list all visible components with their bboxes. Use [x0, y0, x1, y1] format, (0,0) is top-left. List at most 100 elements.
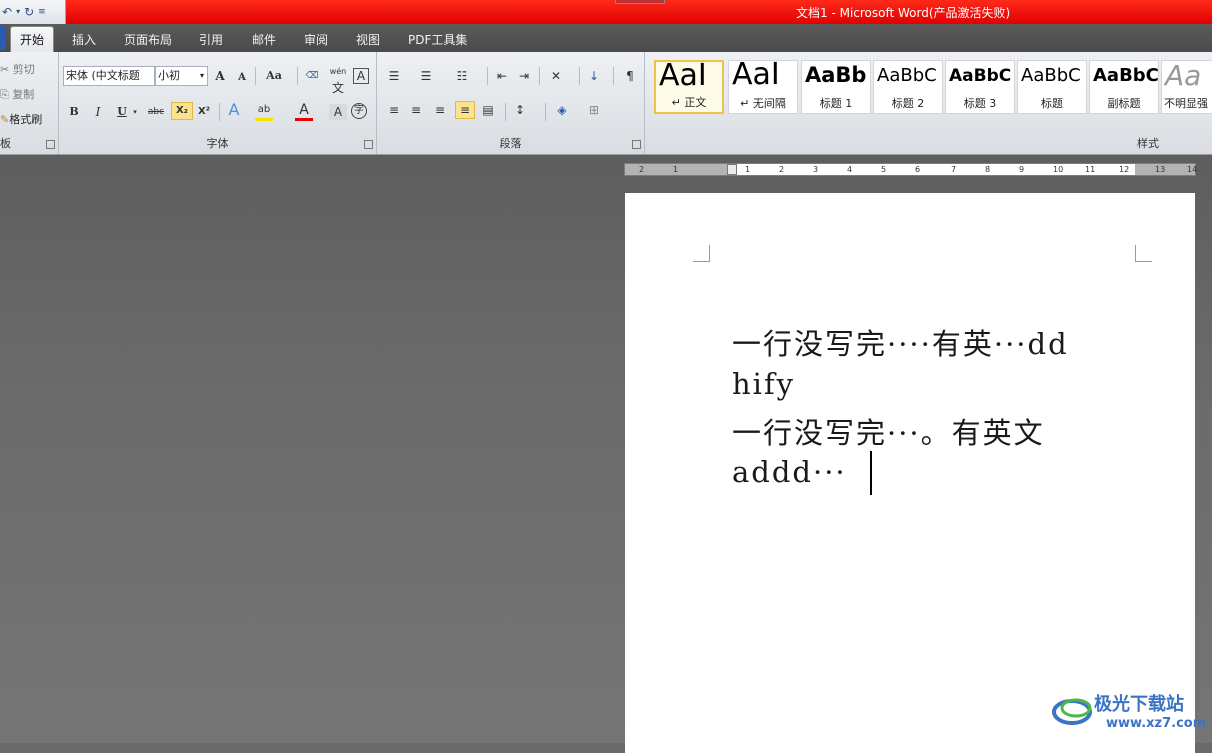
- superscript-button[interactable]: X²: [195, 104, 213, 120]
- underline-button[interactable]: U: [113, 104, 131, 120]
- title-bar: ↶ ▾ ↻ ≡ 文档1 - Microsoft Word(产品激活失败): [0, 0, 1212, 24]
- chinese-layout-icon[interactable]: ✕: [547, 68, 565, 84]
- grow-font-icon[interactable]: A: [211, 68, 229, 84]
- bullets-icon[interactable]: ☰: [385, 68, 403, 84]
- strikethrough-button[interactable]: abc: [145, 104, 167, 120]
- ruler-tick: 10: [1053, 165, 1064, 174]
- style-heading-3[interactable]: AaBbC 标题 3: [945, 60, 1015, 114]
- watermark-url: www.xz7.com: [1106, 716, 1207, 731]
- ruler-tick: 2: [779, 165, 785, 174]
- undo-icon[interactable]: ↶: [2, 0, 12, 24]
- ruler-tick: 12: [1119, 165, 1130, 174]
- horizontal-ruler[interactable]: 2 1 1 2 3 4 5 6 7 8 9 10 11 12 13 14: [624, 163, 1197, 176]
- multilevel-list-icon[interactable]: ☷: [453, 68, 471, 84]
- divider: [297, 67, 298, 85]
- style-sample: AaI: [659, 60, 707, 93]
- style-no-spacing[interactable]: AaI ↵ 无间隔: [728, 60, 798, 114]
- style-title[interactable]: AaBbC 标题: [1017, 60, 1087, 114]
- distributed-icon[interactable]: ▤: [479, 102, 497, 118]
- style-sample: AaBb: [805, 63, 867, 87]
- tab-mailings[interactable]: 邮件: [252, 31, 276, 48]
- tab-home[interactable]: 开始: [10, 26, 55, 52]
- customize-qat-icon[interactable]: ≡: [38, 0, 46, 24]
- tab-references[interactable]: 引用: [199, 31, 223, 48]
- file-tab[interactable]: [0, 26, 6, 50]
- watermark-logo-icon: [1052, 698, 1092, 725]
- bold-button[interactable]: B: [65, 104, 83, 120]
- increase-indent-icon[interactable]: ⇥: [515, 68, 533, 84]
- shading-bucket-icon[interactable]: ◈: [553, 102, 571, 118]
- copy-button[interactable]: ⎘ 复制: [0, 86, 34, 102]
- ruler-tick: 7: [951, 165, 957, 174]
- justify-icon[interactable]: ≡: [455, 101, 475, 119]
- document-line[interactable]: hify: [732, 367, 795, 401]
- chevron-down-icon[interactable]: ▾: [131, 104, 139, 120]
- style-subtitle[interactable]: AaBbC 副标题: [1089, 60, 1159, 114]
- font-launcher-icon[interactable]: [364, 140, 373, 149]
- enclose-characters-icon[interactable]: 字: [351, 103, 367, 119]
- ribbon: ✂ 剪切 ⎘ 复制 ✎格式刷 板 宋体 (中文标题 小初 ▾ A A Aa ⌫ w…: [0, 52, 1212, 155]
- tab-pdf-tools[interactable]: PDF工具集: [408, 31, 467, 48]
- tab-insert[interactable]: 插入: [72, 31, 96, 48]
- scissors-icon: ✂: [0, 63, 10, 76]
- align-left-icon[interactable]: ≡: [385, 102, 403, 118]
- tab-view[interactable]: 视图: [356, 31, 380, 48]
- brush-icon: ✎: [0, 113, 10, 126]
- align-center-icon[interactable]: ≡: [407, 102, 425, 118]
- indent-marker-icon[interactable]: [727, 164, 737, 175]
- document-line[interactable]: 一行没写完····有英···dd: [732, 321, 1069, 363]
- tab-page-layout[interactable]: 页面布局: [124, 31, 172, 48]
- watermark: 极光下载站 www.xz7.com: [1052, 690, 1212, 740]
- clear-format-icon[interactable]: ⌫: [303, 68, 321, 84]
- style-heading-2[interactable]: AaBbC 标题 2: [873, 60, 943, 114]
- align-right-icon[interactable]: ≡: [431, 102, 449, 118]
- styles-group-label: 样式: [1137, 137, 1159, 150]
- paragraph-launcher-icon[interactable]: [632, 140, 641, 149]
- tab-review[interactable]: 审阅: [304, 31, 328, 48]
- italic-button[interactable]: I: [89, 104, 107, 120]
- style-sample: AaBbC: [1021, 65, 1081, 86]
- divider: [545, 103, 546, 121]
- document-line[interactable]: addd···: [732, 455, 847, 489]
- character-shading-icon[interactable]: A: [329, 104, 347, 120]
- dropdown-icon[interactable]: ▾: [16, 0, 20, 24]
- style-name: ↵ 无间隔: [740, 97, 786, 110]
- show-marks-icon[interactable]: ¶: [621, 68, 639, 84]
- chevron-down-icon: ▾: [199, 71, 204, 80]
- phonetic-guide-icon[interactable]: wén 文: [329, 64, 347, 98]
- line-spacing-icon[interactable]: ↕: [511, 102, 529, 118]
- format-painter-button[interactable]: ✎格式刷: [0, 111, 42, 127]
- highlight-icon[interactable]: ab: [255, 102, 273, 121]
- ribbon-tabs: 开始 插入 页面布局 引用 邮件 审阅 视图 PDF工具集: [0, 24, 1212, 52]
- font-color-icon[interactable]: A: [295, 102, 313, 121]
- divider: [487, 67, 488, 85]
- character-border-icon[interactable]: A: [353, 68, 369, 84]
- redo-icon[interactable]: ↻: [24, 0, 34, 24]
- margin-corner-mark: [1135, 245, 1152, 262]
- document-page[interactable]: 一行没写完····有英···dd hify 一行没写完···。有英文 addd·…: [625, 193, 1195, 753]
- style-heading-1[interactable]: AaBb 标题 1: [801, 60, 871, 114]
- document-line[interactable]: 一行没写完···。有英文: [732, 410, 1045, 452]
- style-name: 不明显强: [1164, 97, 1208, 110]
- divider: [255, 67, 256, 85]
- cut-button[interactable]: ✂ 剪切: [0, 61, 35, 77]
- text-effect-icon[interactable]: A: [225, 102, 243, 118]
- change-case-icon[interactable]: Aa: [261, 68, 287, 84]
- font-name-combo[interactable]: 宋体 (中文标题: [63, 66, 155, 86]
- style-subtle-emphasis[interactable]: Aa 不明显强: [1161, 60, 1212, 114]
- ruler-tick: 2: [639, 165, 645, 174]
- numbering-icon[interactable]: ☰: [417, 68, 435, 84]
- subscript-button[interactable]: X₂: [171, 102, 193, 120]
- sort-icon[interactable]: ↓: [585, 68, 603, 84]
- decrease-indent-icon[interactable]: ⇤: [493, 68, 511, 84]
- divider: [219, 103, 220, 121]
- window-title: 文档1 - Microsoft Word(产品激活失败): [796, 6, 1011, 20]
- clipboard-launcher-icon[interactable]: [46, 140, 55, 149]
- shrink-font-icon[interactable]: A: [233, 70, 251, 86]
- ruler-tick: 1: [673, 165, 679, 174]
- font-size-combo[interactable]: 小初 ▾: [155, 66, 208, 86]
- margin-corner-mark: [693, 245, 710, 262]
- style-normal[interactable]: AaI ↵ 正文: [654, 60, 724, 114]
- borders-icon[interactable]: ⊞: [585, 102, 603, 118]
- style-sample: Aa: [1165, 60, 1202, 92]
